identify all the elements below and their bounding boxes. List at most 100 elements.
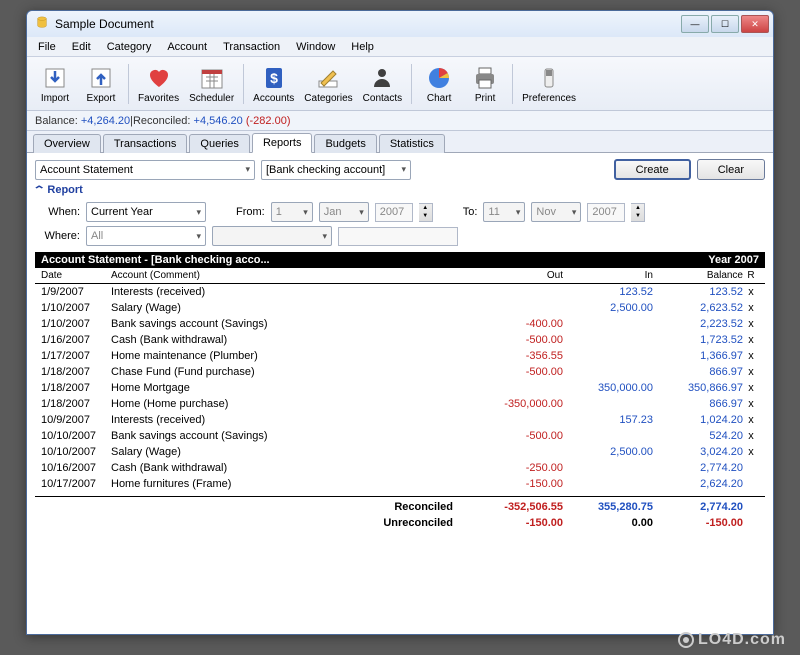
- table-row[interactable]: 1/18/2007Home (Home purchase)-350,000.00…: [35, 396, 765, 412]
- maximize-button[interactable]: ☐: [711, 15, 739, 33]
- table-row[interactable]: 1/16/2007Cash (Bank withdrawal)-500.001,…: [35, 332, 765, 348]
- table-row[interactable]: 1/9/2007Interests (received)123.52123.52…: [35, 284, 765, 300]
- create-button[interactable]: Create: [614, 159, 691, 180]
- toolbar-label: Categories: [304, 93, 352, 104]
- cell-balance: 123.52: [653, 285, 743, 299]
- report-section-header[interactable]: Report: [35, 184, 765, 196]
- toolbar-export-button[interactable]: Export: [79, 60, 123, 108]
- titlebar[interactable]: Sample Document — ☐ ✕: [27, 11, 773, 37]
- menu-category[interactable]: Category: [100, 39, 159, 55]
- from-year-spinner[interactable]: ▲▼: [419, 203, 433, 222]
- summary-balance: -150.00: [653, 516, 743, 530]
- table-row[interactable]: 10/17/2007Home furnitures (Frame)-150.00…: [35, 476, 765, 492]
- close-button[interactable]: ✕: [741, 15, 769, 33]
- table-row[interactable]: 10/9/2007Interests (received)157.231,024…: [35, 412, 765, 428]
- cell-account: Bank savings account (Savings): [111, 429, 473, 443]
- to-year-spinner[interactable]: ▲▼: [631, 203, 645, 222]
- where-select[interactable]: All: [86, 226, 206, 246]
- menu-edit[interactable]: Edit: [65, 39, 98, 55]
- import-icon: [41, 64, 69, 92]
- dollar-icon: $: [260, 64, 288, 92]
- cell-out: [473, 381, 563, 395]
- account-select[interactable]: [Bank checking account]: [261, 160, 411, 180]
- watermark: LO4D.com: [678, 631, 786, 649]
- cell-reconciled: [743, 477, 759, 491]
- toolbar-print-button[interactable]: Print: [463, 60, 507, 108]
- tab-statistics[interactable]: Statistics: [379, 134, 445, 153]
- toolbar-contacts-button[interactable]: Contacts: [359, 60, 406, 108]
- cell-reconciled: x: [743, 285, 759, 299]
- table-row[interactable]: 10/16/2007Cash (Bank withdrawal)-250.002…: [35, 460, 765, 476]
- menu-account[interactable]: Account: [160, 39, 214, 55]
- tab-overview[interactable]: Overview: [33, 134, 101, 153]
- from-label: From:: [236, 206, 265, 218]
- report-type-select[interactable]: Account Statement: [35, 160, 255, 180]
- from-day-select[interactable]: 1: [271, 202, 313, 222]
- toolbar-label: Export: [87, 93, 116, 104]
- summary-row: Reconciled-352,506.55355,280.752,774.20: [35, 496, 765, 515]
- balance-bar: Balance: +4,264.20 | Reconciled: +4,546.…: [27, 111, 773, 131]
- table-row[interactable]: 1/10/2007Salary (Wage)2,500.002,623.52x: [35, 300, 765, 316]
- tab-budgets[interactable]: Budgets: [314, 134, 376, 153]
- clear-button[interactable]: Clear: [697, 159, 765, 180]
- cell-in: 2,500.00: [563, 445, 653, 459]
- table-row[interactable]: 10/10/2007Salary (Wage)2,500.003,024.20x: [35, 444, 765, 460]
- cell-in: 350,000.00: [563, 381, 653, 395]
- cell-in: 123.52: [563, 285, 653, 299]
- cell-date: 10/16/2007: [41, 461, 111, 475]
- table-row[interactable]: 10/10/2007Bank savings account (Savings)…: [35, 428, 765, 444]
- when-select[interactable]: Current Year: [86, 202, 206, 222]
- where-field-select[interactable]: [212, 226, 332, 246]
- toolbar-import-button[interactable]: Import: [33, 60, 77, 108]
- where-value-input[interactable]: [338, 227, 458, 246]
- tab-reports[interactable]: Reports: [252, 133, 313, 153]
- toolbar-separator: [243, 64, 244, 104]
- cell-out: [473, 285, 563, 299]
- table-row[interactable]: 1/18/2007Home Mortgage350,000.00350,866.…: [35, 380, 765, 396]
- summary-in: 0.00: [563, 516, 653, 530]
- person-icon: [368, 64, 396, 92]
- tab-queries[interactable]: Queries: [189, 134, 250, 153]
- cell-date: 10/10/2007: [41, 445, 111, 459]
- cell-out: -500.00: [473, 429, 563, 443]
- menu-transaction[interactable]: Transaction: [216, 39, 287, 55]
- where-label: Where:: [35, 230, 80, 242]
- cell-out: -350,000.00: [473, 397, 563, 411]
- toolbar-favorites-button[interactable]: Favorites: [134, 60, 183, 108]
- window-title: Sample Document: [55, 17, 681, 31]
- from-year-input[interactable]: 2007: [375, 203, 413, 222]
- toolbar-preferences-button[interactable]: Preferences: [518, 60, 580, 108]
- from-month-select[interactable]: Jan: [319, 202, 369, 222]
- table-row[interactable]: 1/17/2007Home maintenance (Plumber)-356.…: [35, 348, 765, 364]
- cell-date: 1/10/2007: [41, 317, 111, 331]
- cell-date: 1/18/2007: [41, 365, 111, 379]
- to-year-input[interactable]: 2007: [587, 203, 625, 222]
- menu-window[interactable]: Window: [289, 39, 342, 55]
- col-in: In: [563, 270, 653, 281]
- menu-help[interactable]: Help: [344, 39, 381, 55]
- table-row[interactable]: 1/18/2007Chase Fund (Fund purchase)-500.…: [35, 364, 765, 380]
- toolbar-scheduler-button[interactable]: Scheduler: [185, 60, 238, 108]
- table-row[interactable]: 1/10/2007Bank savings account (Savings)-…: [35, 316, 765, 332]
- toolbar-chart-button[interactable]: Chart: [417, 60, 461, 108]
- minimize-button[interactable]: —: [681, 15, 709, 33]
- cell-in: [563, 477, 653, 491]
- calendar-icon: [198, 64, 226, 92]
- cell-account: Cash (Bank withdrawal): [111, 333, 473, 347]
- cell-in: [563, 365, 653, 379]
- cell-reconciled: [743, 461, 759, 475]
- to-month-select[interactable]: Nov: [531, 202, 581, 222]
- cell-balance: 1,024.20: [653, 413, 743, 427]
- cell-account: Salary (Wage): [111, 301, 473, 315]
- summary-out: -352,506.55: [473, 500, 563, 514]
- tab-transactions[interactable]: Transactions: [103, 134, 188, 153]
- to-day-select[interactable]: 11: [483, 202, 525, 222]
- cell-balance: 1,723.52: [653, 333, 743, 347]
- menu-file[interactable]: File: [31, 39, 63, 55]
- toolbar-accounts-button[interactable]: $Accounts: [249, 60, 298, 108]
- cell-balance: 2,624.20: [653, 477, 743, 491]
- toolbar-label: Scheduler: [189, 93, 234, 104]
- toolbar-categories-button[interactable]: Categories: [300, 60, 356, 108]
- cell-reconciled: x: [743, 429, 759, 443]
- cell-date: 1/16/2007: [41, 333, 111, 347]
